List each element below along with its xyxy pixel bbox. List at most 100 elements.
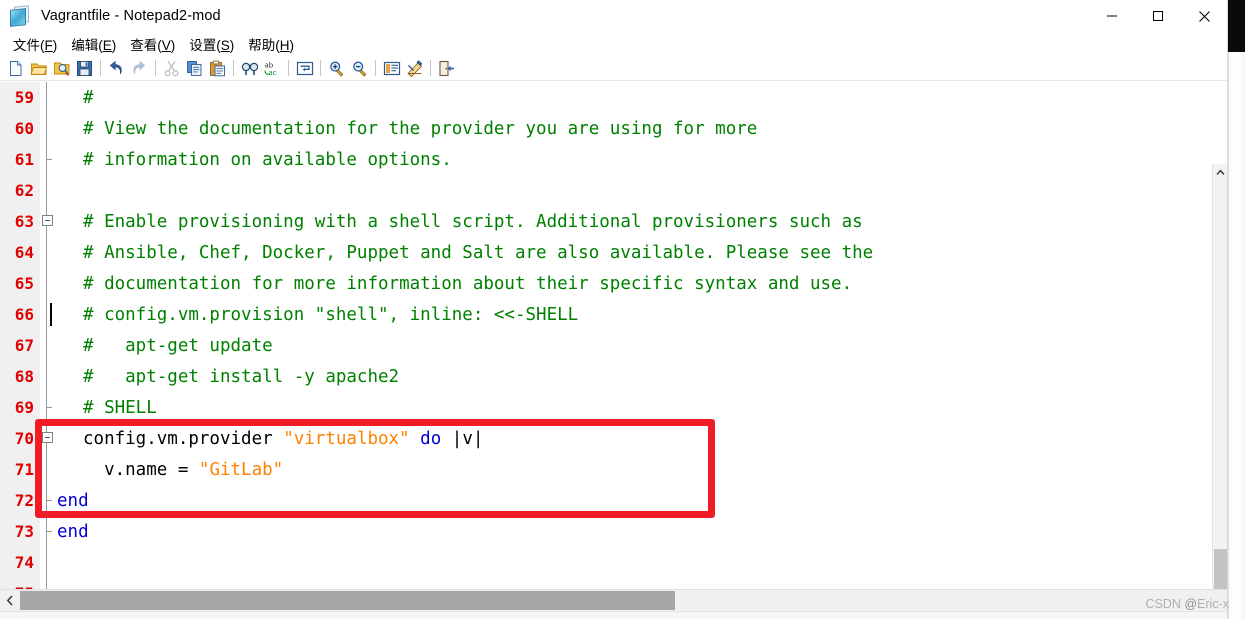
code-line[interactable]: 75 (0, 578, 1212, 589)
new-file-icon[interactable] (4, 57, 27, 79)
code-line-text: # documentation for more information abo… (57, 274, 852, 294)
code-line-text: # information on available options. (57, 150, 452, 170)
paste-icon[interactable] (206, 57, 229, 79)
watermark-at: @ (1184, 597, 1198, 611)
code-line[interactable]: 74 (0, 547, 1212, 578)
svg-text:ac: ac (268, 69, 276, 77)
horizontal-scrollbar-thumb[interactable] (20, 591, 675, 610)
line-number: 67 (14, 336, 34, 355)
screen-edge-pale-strip (1228, 52, 1245, 619)
code-line[interactable]: 69 # SHELL (0, 392, 1212, 423)
fold-collapse-icon[interactable] (42, 432, 53, 443)
code-line[interactable]: 66 # config.vm.provision "shell", inline… (0, 299, 1212, 330)
caption-buttons (1089, 0, 1227, 32)
line-number: 72 (14, 491, 34, 510)
menu-item-file[interactable]: 文件(F) (6, 32, 64, 56)
code-token: # SHELL (83, 397, 157, 418)
fold-cell[interactable] (40, 547, 57, 578)
code-line[interactable]: 59 # (0, 82, 1212, 113)
code-line[interactable]: 67 # apt-get update (0, 330, 1212, 361)
line-number: 65 (14, 274, 34, 293)
toolbar-separator-3 (233, 60, 234, 76)
undo-icon[interactable] (105, 57, 128, 79)
line-number: 75 (0, 584, 40, 589)
replace-icon[interactable]: ab ac (261, 57, 284, 79)
close-button[interactable] (1181, 0, 1227, 32)
code-token: # information on available options. (83, 149, 452, 170)
code-token: # Enable provisioning with a shell scrip… (83, 211, 863, 232)
screen-edge-black-strip (1228, 0, 1245, 52)
fold-cell[interactable] (40, 268, 57, 299)
fold-cell[interactable] (40, 113, 57, 144)
fold-cell[interactable] (40, 206, 57, 237)
fold-tick-icon (46, 407, 52, 408)
code-token: |v| (441, 428, 484, 449)
fold-cell[interactable] (40, 516, 57, 547)
code-editor[interactable]: 59 # 60 # View the documentation for the… (0, 82, 1227, 619)
fold-cell[interactable] (40, 454, 57, 485)
zoom-in-icon[interactable] (325, 57, 348, 79)
code-line[interactable]: 73 end (0, 516, 1212, 547)
menu-label-settings: 设置 (189, 38, 217, 53)
fold-cell[interactable] (40, 392, 57, 423)
open-file-icon[interactable] (27, 57, 50, 79)
code-line[interactable]: 64 # Ansible, Chef, Docker, Puppet and S… (0, 237, 1212, 268)
code-line[interactable]: 60 # View the documentation for the prov… (0, 113, 1212, 144)
menu-item-view[interactable]: 查看(V) (123, 32, 182, 56)
zoom-out-icon[interactable] (348, 57, 371, 79)
redo-icon[interactable] (128, 57, 151, 79)
fold-cell[interactable] (40, 330, 57, 361)
menu-bar: 文件(F) 编辑(E) 查看(V) 设置(S) 帮助(H) (0, 32, 1227, 56)
code-line[interactable]: 70 config.vm.provider "virtualbox" do |v… (0, 423, 1212, 454)
code-line[interactable]: 63 # Enable provisioning with a shell sc… (0, 206, 1212, 237)
fold-cell[interactable] (40, 578, 57, 589)
code-line[interactable]: 72 end (0, 485, 1212, 516)
copy-icon[interactable] (183, 57, 206, 79)
fold-cell[interactable] (40, 144, 57, 175)
code-line[interactable]: 71 v.name = "GitLab" (0, 454, 1212, 485)
fold-cell[interactable] (40, 361, 57, 392)
fold-cell[interactable] (40, 299, 57, 330)
save-file-icon[interactable] (73, 57, 96, 79)
code-token: v.name = (83, 459, 199, 480)
line-number: 61 (14, 150, 34, 169)
code-line[interactable]: 61 # information on available options. (0, 144, 1212, 175)
text-caret (50, 303, 52, 326)
scheme-options-icon[interactable] (403, 57, 426, 79)
code-token: # Ansible, Chef, Docker, Puppet and Salt… (83, 242, 874, 263)
fold-cell[interactable] (40, 423, 57, 454)
fold-collapse-icon[interactable] (42, 215, 53, 226)
line-number: 70 (14, 429, 34, 448)
horizontal-scrollbar[interactable] (0, 589, 1227, 611)
cut-icon[interactable] (160, 57, 183, 79)
code-line[interactable]: 62 (0, 175, 1212, 206)
menu-accel-view: V (161, 38, 171, 53)
browse-file-icon[interactable] (50, 57, 73, 79)
toolbar-separator-6 (375, 60, 376, 76)
menu-item-help[interactable]: 帮助(H) (241, 32, 301, 56)
minimize-button[interactable] (1089, 0, 1135, 32)
code-line[interactable]: 65 # documentation for more information … (0, 268, 1212, 299)
scheme-icon[interactable] (380, 57, 403, 79)
fold-cell[interactable] (40, 82, 57, 113)
code-surface[interactable]: 59 # 60 # View the documentation for the… (0, 82, 1212, 589)
find-icon[interactable] (238, 57, 261, 79)
fold-cell[interactable] (40, 237, 57, 268)
menu-item-edit[interactable]: 编辑(E) (64, 32, 123, 56)
vertical-scrollbar[interactable] (1212, 164, 1227, 619)
code-token: # config.vm.provision "shell", inline: <… (83, 304, 579, 325)
exit-icon[interactable] (435, 57, 458, 79)
code-line[interactable]: 68 # apt-get install -y apache2 (0, 361, 1212, 392)
fold-cell[interactable] (40, 175, 57, 206)
word-wrap-icon[interactable] (293, 57, 316, 79)
code-token-keyword: end (57, 490, 89, 511)
watermark-user: Eric-x (1197, 597, 1229, 611)
maximize-button[interactable] (1135, 0, 1181, 32)
scroll-left-arrow-icon[interactable] (0, 590, 20, 611)
editor-viewport: 59 # 60 # View the documentation for the… (0, 82, 1227, 589)
fold-cell[interactable] (40, 485, 57, 516)
toolbar: ab ac (0, 56, 1227, 81)
scroll-up-arrow-icon[interactable] (1213, 164, 1227, 181)
menu-item-settings[interactable]: 设置(S) (182, 32, 241, 56)
